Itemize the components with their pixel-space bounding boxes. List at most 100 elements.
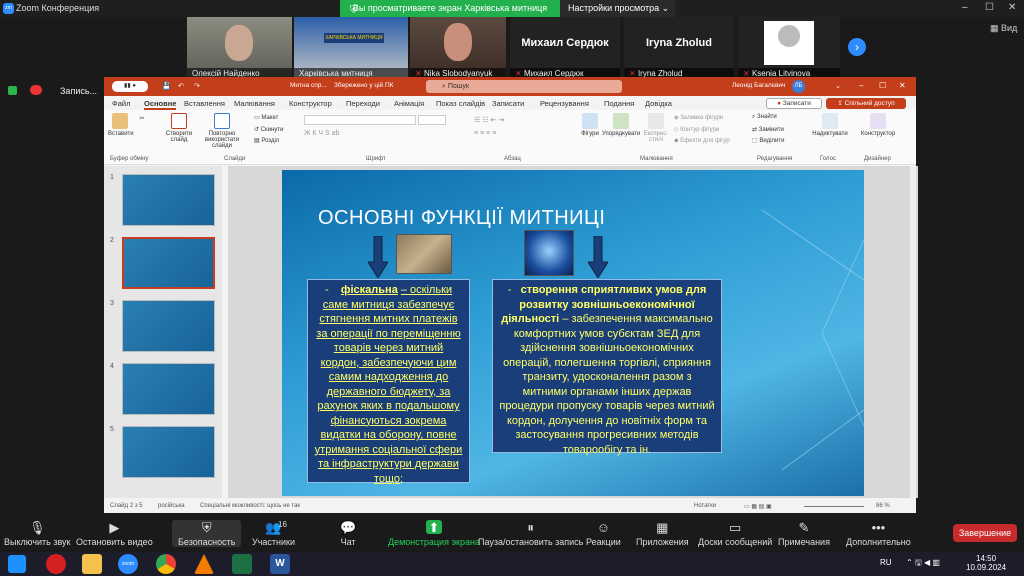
slide-thumbnail-1[interactable]	[122, 174, 215, 226]
paste-button[interactable]: Вставити	[108, 113, 134, 137]
search-box[interactable]: ⌕ Пошук	[426, 80, 622, 93]
undo-icon[interactable]: ↶	[178, 82, 184, 90]
zoom-slider[interactable]	[804, 506, 864, 507]
select-button[interactable]: ⬚ Виділити	[752, 137, 784, 144]
redo-icon[interactable]: ↷	[194, 82, 200, 90]
shape-fill-button[interactable]: ◈ Заливка фігури	[674, 114, 723, 121]
participant-tile[interactable]: Олексій Найденко	[187, 17, 292, 80]
dictate-button[interactable]: Надиктувати	[810, 113, 850, 137]
minimize-icon[interactable]: –	[859, 81, 863, 90]
ribbon-tab[interactable]: Подання	[604, 99, 634, 108]
maximize-icon[interactable]: ☐	[879, 81, 886, 90]
close-icon[interactable]: ✕	[1008, 2, 1016, 13]
share-label: Спільний доступ	[844, 100, 895, 107]
slide-thumbnail-4[interactable]	[122, 363, 215, 415]
ribbon-tab[interactable]: Анімація	[394, 99, 424, 108]
language-status[interactable]: російська	[158, 503, 185, 509]
close-icon[interactable]: ✕	[899, 81, 906, 90]
shape-outline-button[interactable]: ◇ Контур фігури	[674, 126, 719, 133]
chat-toolbar-button[interactable]: 💬 Чат	[340, 520, 356, 547]
save-icon[interactable]: 💾	[162, 82, 171, 90]
cut-icon[interactable]: ✂	[138, 115, 146, 122]
participant-tile[interactable]: Iryna Zholud ⨯ Iryna Zholud	[624, 17, 734, 80]
font-name-field[interactable]	[304, 115, 416, 125]
ribbon-tab[interactable]: Малювання	[234, 99, 275, 108]
ribbon-tab[interactable]: Конструктор	[289, 99, 332, 108]
next-page-button[interactable]: ›	[848, 38, 866, 56]
view-button[interactable]: ▦ Вид	[990, 23, 1017, 34]
more-toolbar-button[interactable]: ••• Дополнительно	[846, 520, 911, 547]
participant-tile[interactable]: ⨯ Nika Slobodyanyuk	[410, 17, 506, 80]
ribbon-tab[interactable]: Довідка	[645, 99, 672, 108]
end-meeting-button[interactable]: Завершение	[953, 524, 1017, 542]
participant-tile[interactable]: ХАРКІВСЬКА МИТНИЦЯ Харківська митниця	[294, 17, 408, 80]
input-language[interactable]: RU	[880, 558, 892, 567]
shape-effects-button[interactable]: ◆ Ефекти для фігур	[674, 137, 730, 144]
document-name[interactable]: Митна спр...	[290, 82, 327, 89]
accessibility-status[interactable]: Спеціальні можливості: щось не так	[200, 503, 300, 509]
autosave-toggle[interactable]: ▮▮ ●	[112, 81, 148, 92]
vertical-scrollbar[interactable]	[910, 166, 916, 498]
chevron-down-icon: ⌄	[661, 3, 670, 13]
minimize-icon[interactable]: –	[962, 2, 968, 13]
vlc-icon[interactable]	[194, 554, 214, 574]
toolbar-label: Чат	[340, 537, 356, 547]
section-button[interactable]: ▤ Розділ	[254, 137, 279, 144]
view-buttons[interactable]: ▭ ▦ ▤ ▣	[744, 503, 772, 510]
zoom-taskbar-icon[interactable]: zoom	[118, 554, 138, 574]
excel-icon[interactable]	[232, 554, 252, 574]
windows-start-icon[interactable]	[8, 555, 26, 573]
ribbon-display-icon[interactable]: ⌄	[835, 82, 841, 90]
chrome-icon[interactable]	[156, 554, 176, 574]
ribbon-tab[interactable]: Показ слайдів	[436, 99, 485, 108]
participants-toolbar-button[interactable]: 👥 16 Участники	[252, 520, 295, 547]
user-avatar[interactable]: ЛБ	[792, 80, 805, 93]
ribbon-tab[interactable]: Вставлення	[184, 99, 225, 108]
font-format-buttons[interactable]: Ж К Ч S ab	[304, 130, 444, 140]
toolbar-label: Безопасность	[178, 537, 236, 547]
participant-tile[interactable]: Михаил Сердюк ⨯ Михаил Сердюк	[510, 17, 620, 80]
arrange-button[interactable]: Упорядкувати	[602, 113, 640, 137]
video-toolbar-button[interactable]: ▶ Остановить видео	[76, 520, 153, 547]
view-settings-button[interactable]: Настройки просмотра ⌄	[560, 0, 675, 17]
quick-styles-button[interactable]: Експрес-стилі	[642, 113, 670, 143]
notes-toolbar-button[interactable]: ✎ Примечания	[778, 520, 830, 547]
font-size-field[interactable]	[418, 115, 446, 125]
layout-button[interactable]: ▭ Макет	[254, 114, 278, 121]
slide-canvas[interactable]: ОСНОВНІ ФУНКЦІЇ МИТНИЦІ - фіскальна – ос…	[282, 170, 864, 496]
reaction-toolbar-button[interactable]: ☺ Реакции	[586, 520, 621, 547]
slide-thumbnail-5[interactable]	[122, 426, 215, 478]
ribbon-tab[interactable]: Основне	[144, 99, 177, 110]
word-icon[interactable]: W	[270, 554, 290, 574]
tray-icons[interactable]: ⌃ 🖫 ◀ ▥	[906, 557, 940, 571]
opera-icon[interactable]	[46, 554, 66, 574]
slide-thumbnail-3[interactable]	[122, 300, 215, 352]
mic-toolbar-button[interactable]: 🎙 Выключить звук	[4, 520, 71, 547]
designer-button[interactable]: Конструктор	[858, 113, 898, 137]
apps-toolbar-button[interactable]: ▦ Приложения	[636, 520, 689, 547]
list-buttons[interactable]: ☰ ☷ ⇤ ⇥	[474, 116, 564, 126]
ribbon-tab[interactable]: Рецензування	[540, 99, 589, 108]
new-slide-button[interactable]: Створити слайд	[162, 113, 196, 143]
participant-tile[interactable]: ⨯ Ksenia Litvinova	[738, 17, 840, 80]
record-button[interactable]: ● Записати	[766, 98, 822, 109]
slide-thumbnail-2[interactable]	[122, 237, 215, 289]
whiteboard-toolbar-button[interactable]: ▭ Доски сообщений	[698, 520, 772, 547]
reuse-slides-button[interactable]: Повторно використати слайди	[196, 113, 248, 149]
maximize-icon[interactable]: ☐	[985, 2, 994, 13]
ribbon-tab[interactable]: Файл	[112, 99, 130, 108]
find-button[interactable]: ⌕ Знайти	[752, 114, 777, 121]
share-toolbar-button[interactable]: ⬆ Демонстрация экрана	[388, 520, 480, 547]
replace-button[interactable]: ⇄ Замінити	[752, 126, 784, 133]
shield-toolbar-button[interactable]: ⛨ Безопасность	[172, 520, 242, 547]
pause-toolbar-button[interactable]: ⏸ Пауза/остановить запись	[478, 520, 583, 547]
ribbon-tab[interactable]: Записати	[492, 99, 524, 108]
align-buttons[interactable]: ≡ ≡ ≡ ≡	[474, 130, 564, 140]
shapes-button[interactable]: Фігури	[578, 113, 602, 137]
taskbar-clock[interactable]: 14:50 10.09.2024	[966, 554, 1006, 572]
reset-button[interactable]: ↺ Скинути	[254, 126, 283, 133]
file-explorer-icon[interactable]	[82, 554, 102, 574]
ribbon-tab[interactable]: Переходи	[346, 99, 380, 108]
share-button[interactable]: ⇪ Спільний доступ	[826, 98, 906, 109]
notes-button[interactable]: Нотатки	[694, 503, 716, 509]
